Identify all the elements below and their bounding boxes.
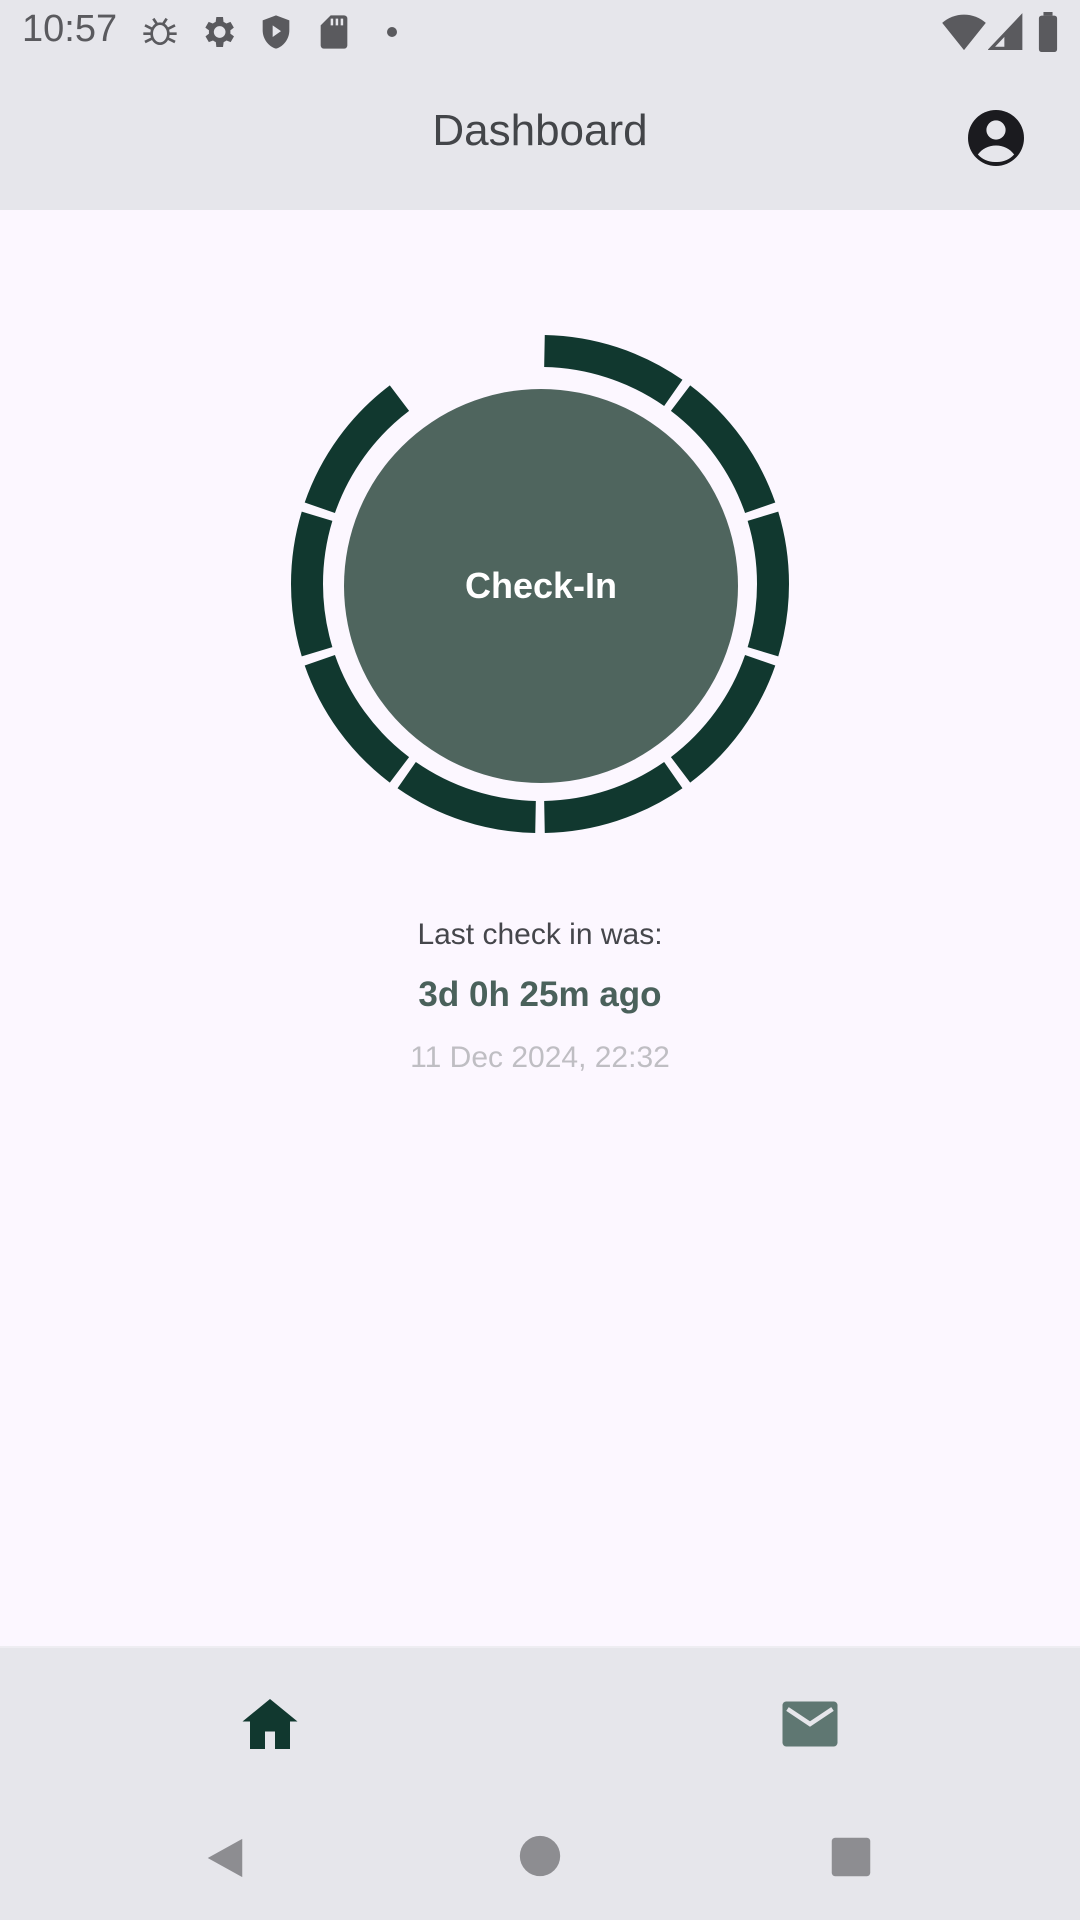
account-button[interactable] (964, 106, 1028, 170)
settings-gear-icon (205, 17, 234, 47)
status-bar: 10:57 (0, 0, 1080, 64)
page-title: Dashboard (432, 106, 648, 155)
wifi-icon (942, 14, 986, 51)
home-icon (242, 1699, 298, 1749)
back-icon[interactable] (202, 1834, 248, 1882)
progress-ring-segment (543, 335, 683, 407)
last-checkin-label: Last check in was: (417, 918, 663, 951)
battery-icon (1038, 12, 1058, 52)
nav-item-messages[interactable] (780, 1696, 840, 1752)
dot-icon (387, 27, 397, 37)
checkin-button[interactable]: Check-In (344, 389, 738, 783)
cell-signal-icon (988, 13, 1023, 50)
bug-icon (143, 17, 177, 46)
last-checkin-timestamp: 11 Dec 2024, 22:32 (410, 1041, 670, 1074)
checkin-button-label: Check-In (464, 565, 618, 606)
progress-ring-segment (291, 511, 333, 657)
system-navigation-bar (0, 1796, 1080, 1920)
elapsed-time: 3d 0h 25m ago (418, 975, 662, 1014)
recents-icon[interactable] (830, 1836, 872, 1878)
mail-icon (782, 1701, 838, 1747)
home-circle-icon[interactable] (518, 1834, 562, 1878)
nav-item-home[interactable] (240, 1696, 300, 1752)
bottom-navigation (0, 1646, 1080, 1798)
progress-ring-segment (747, 511, 789, 657)
top-app-bar: Dashboard (0, 64, 1080, 210)
shield-play-icon (262, 15, 290, 49)
sd-card-icon (320, 15, 348, 49)
status-time: 10:57 (22, 8, 118, 50)
account-circle-icon (968, 110, 1024, 166)
